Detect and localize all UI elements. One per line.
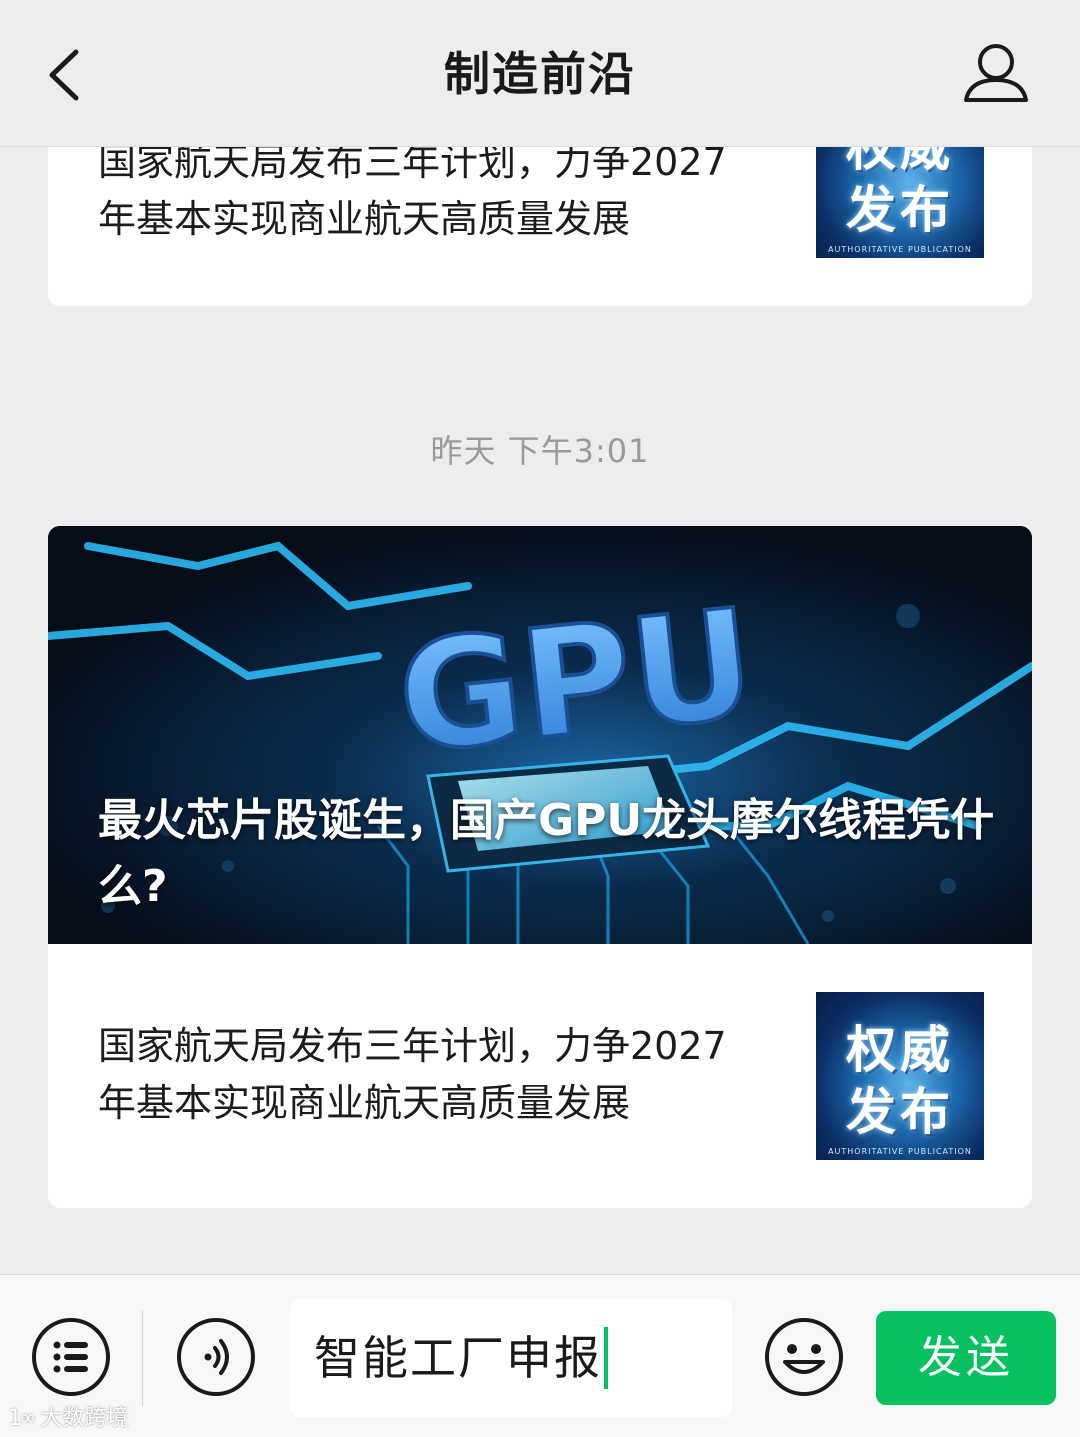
profile-button[interactable] (962, 40, 1030, 106)
voice-icon (177, 1318, 255, 1396)
watermark-text: 大数跨境 (40, 1406, 129, 1431)
message-input[interactable]: 智能工厂申报 (290, 1299, 732, 1417)
thumbnail-text-line2: 发布 (846, 180, 954, 239)
hero-article[interactable]: GPU 最火芯片股诞生，国产GPU龙头摩尔线程凭什么? (48, 526, 1032, 944)
toolbar-divider (142, 1310, 143, 1406)
thumbnail-caption: AUTHORITATIVE PUBLICATION (828, 1147, 972, 1156)
article-item[interactable]: 国家航天局发布三年计划，力争2027年基本实现商业航天高质量发展 权威 发布 A… (48, 944, 1032, 1208)
chat-message-list[interactable]: 国家航天局发布三年计划，力争2027年基本实现商业航天高质量发展 权威 发布 A… (0, 0, 1080, 1274)
list-menu-icon (32, 1318, 110, 1396)
article-item-title: 国家航天局发布三年计划，力争2027年基本实现商业航天高质量发展 (98, 140, 727, 241)
article-card: GPU 最火芯片股诞生，国产GPU龙头摩尔线程凭什么? 国家航天局发布三年计划，… (48, 526, 1032, 1208)
article-item-title: 国家航天局发布三年计划，力争2027年基本实现商业航天高质量发展 (98, 1024, 727, 1125)
thumbnail-caption: AUTHORITATIVE PUBLICATION (828, 245, 972, 254)
emoji-icon (765, 1318, 843, 1396)
message-timestamp: 昨天 下午3:01 (430, 432, 650, 470)
watermark: 1∞ 大数跨境 (8, 1400, 129, 1432)
menu-button[interactable] (30, 1316, 112, 1398)
hero-article-title: 最火芯片股诞生，国产GPU龙头摩尔线程凭什么? (98, 795, 995, 912)
emoji-button[interactable] (763, 1316, 845, 1398)
page-title: 制造前沿 (444, 47, 636, 101)
hero-gpu-text: GPU (391, 577, 762, 787)
watermark-logo: 1∞ (8, 1406, 35, 1431)
message-input-text: 智能工厂申报 (314, 1331, 602, 1385)
article-thumbnail: 权威 发布 AUTHORITATIVE PUBLICATION (816, 992, 984, 1160)
voice-button[interactable] (175, 1316, 257, 1398)
send-button[interactable]: 发送 (876, 1311, 1056, 1405)
navigation-bar: 制造前沿 (0, 0, 1080, 147)
thumbnail-text-line2: 发布 (846, 1082, 954, 1141)
text-caret (604, 1327, 608, 1389)
person-icon (964, 44, 1028, 102)
